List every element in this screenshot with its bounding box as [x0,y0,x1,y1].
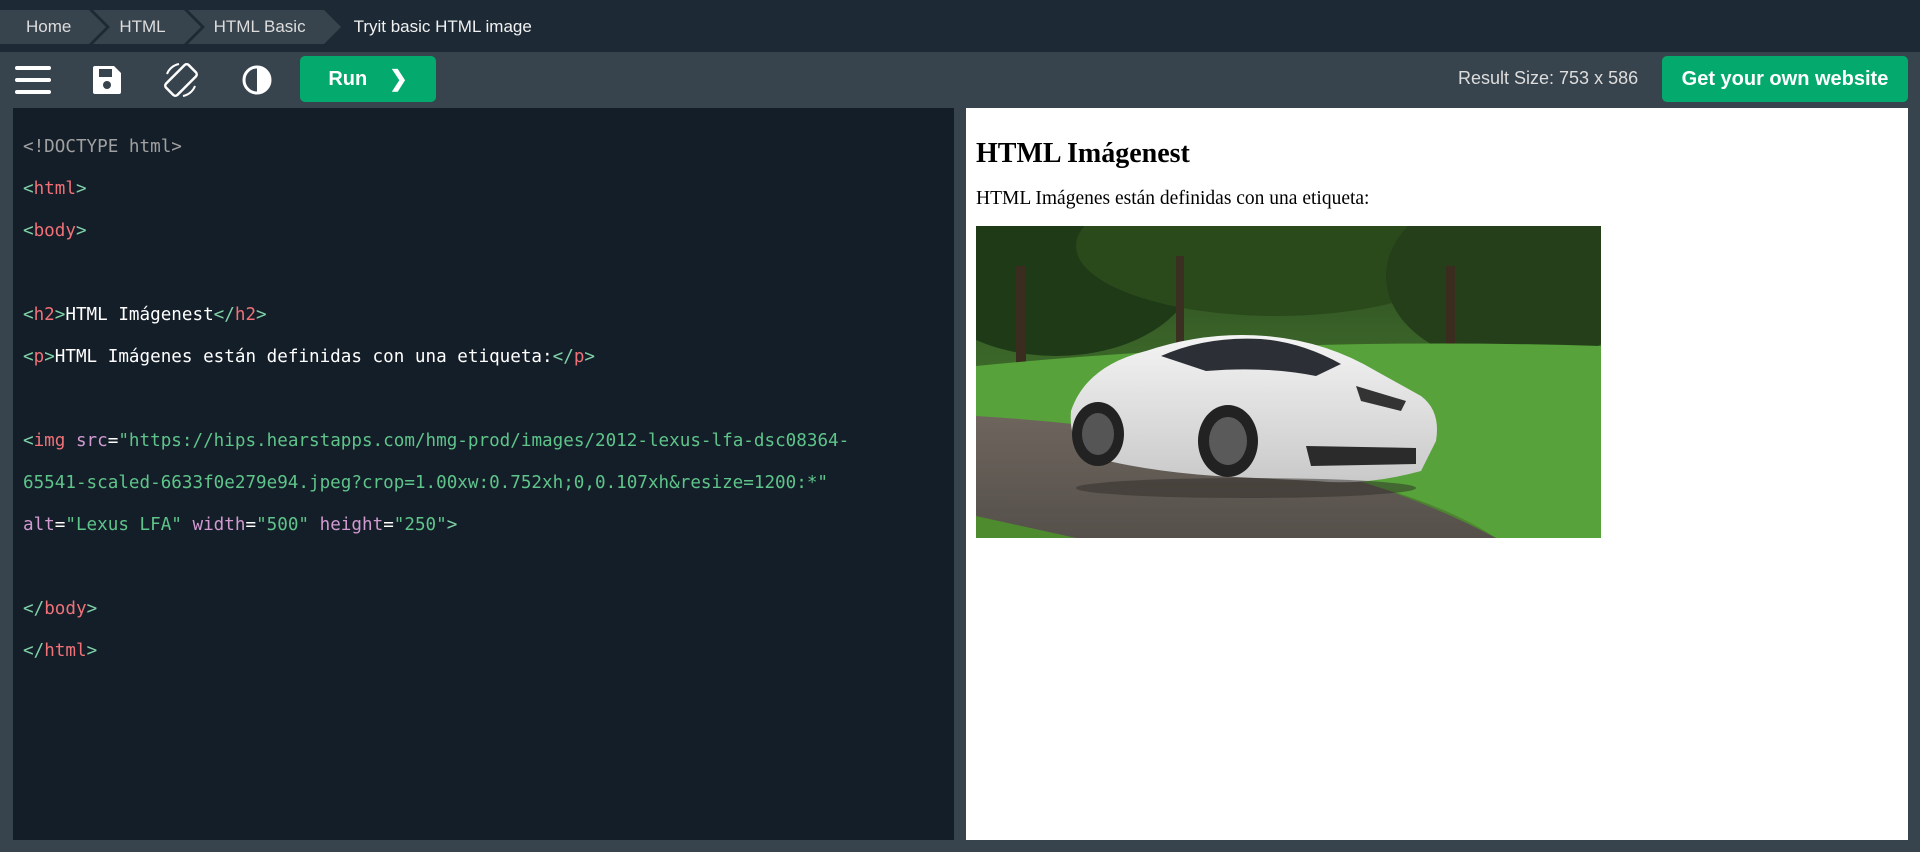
code-token: < [23,179,34,199]
code-token: "250" [393,515,447,535]
code-token: > [256,305,267,325]
code-token: HTML Imágenes están definidas con una et… [54,347,553,367]
code-line: <h2>HTML Imágenest</h2> [23,305,954,326]
code-token: </ [552,347,574,367]
doctype-token: <!DOCTYPE html> [23,137,182,157]
code-token: < [23,221,34,241]
code-token: img [33,431,66,451]
code-token: width [181,515,246,535]
code-token: "Lexus LFA" [65,515,182,535]
breadcrumb-html[interactable]: HTML [93,10,201,44]
code-token: < [23,347,34,367]
code-token: height [309,515,384,535]
breadcrumb-current: Tryit basic HTML image [353,17,532,36]
code-line: <body> [23,221,954,242]
breadcrumb-home[interactable]: Home [0,10,107,44]
code-token: > [44,347,55,367]
code-line: </body> [23,599,954,620]
get-your-own-website-button[interactable]: Get your own website [1662,56,1908,102]
result-frame[interactable]: HTML Imágenest HTML Imágenes están defin… [966,108,1908,840]
code-token: > [75,221,87,241]
code-line: </html> [23,641,954,662]
code-editor[interactable]: <!DOCTYPE html> <html> <body> <h2>HTML I… [13,108,954,840]
breadcrumb-html-basic[interactable]: HTML Basic [187,10,341,44]
code-token: p [573,347,585,367]
code-token: src [65,431,108,451]
code-token: html [44,641,87,661]
code-token: "500" [256,515,310,535]
code-token: 65541-scaled-6633f0e279e94.jpeg?crop=1.0… [23,473,829,493]
code-token: </ [213,305,235,325]
code-token: = [383,515,394,535]
run-button[interactable]: Run ❯ [300,56,436,102]
code-token: > [584,347,595,367]
code-line: <img src="https://hips.hearstapps.com/hm… [23,431,954,452]
code-token: h2 [33,305,55,325]
result-paragraph: HTML Imágenes están definidas con una et… [976,188,1370,209]
code-token: p [33,347,45,367]
code-token: </ [23,599,45,619]
code-token: body [33,221,76,241]
code-token: > [86,599,98,619]
result-size: Result Size: 753 x 586 [1458,68,1639,88]
breadcrumb-bar: Home HTML HTML Basic Tryit basic HTML im… [0,0,1920,52]
code-token: = [107,431,119,451]
code-line: 65541-scaled-6633f0e279e94.jpeg?crop=1.0… [23,473,954,494]
code-token: </ [23,641,45,661]
save-icon[interactable] [85,58,129,102]
code-token: > [446,515,458,535]
lexus-lfa-image [976,226,1601,538]
code-line: <!DOCTYPE html> [23,137,954,158]
code-line: <html> [23,179,954,200]
contrast-icon[interactable] [235,58,279,102]
code-line: alt="Lexus LFA" width="500" height="250"… [23,515,954,536]
code-token: alt [23,515,55,535]
toolbar: Run ❯ Result Size: 753 x 586 Get your ow… [0,52,1920,106]
code-token: h2 [234,305,257,325]
rotate-icon[interactable] [159,58,203,102]
code-token: "https://hips.hearstapps.com/hmg-prod/im… [118,431,850,451]
code-line: <p>HTML Imágenes están definidas con una… [23,347,954,368]
breadcrumb: Home HTML HTML Basic Tryit basic HTML im… [0,10,554,44]
result-heading: HTML Imágenest [976,138,1190,169]
code-token: < [23,431,34,451]
menu-icon[interactable] [11,58,55,102]
code-token: > [54,305,66,325]
code-token: = [54,515,66,535]
code-token: > [75,179,87,199]
run-label: Run [328,67,368,90]
code-token: > [86,641,98,661]
code-token: html [33,179,76,199]
code-token: body [44,599,87,619]
chevron-right-icon: ❯ [389,66,408,91]
code-token: HTML Imágenest [65,305,214,325]
code-token: = [245,515,257,535]
code-token: < [23,305,34,325]
